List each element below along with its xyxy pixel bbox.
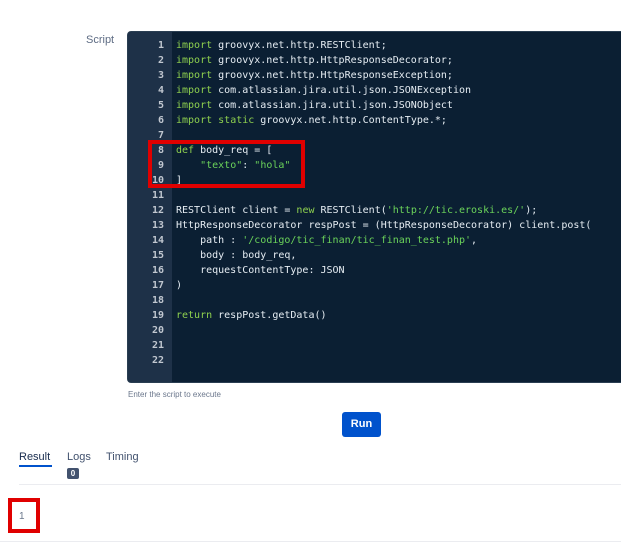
code-token: RESTClient( [314, 205, 387, 216]
code-keyword: import [176, 115, 213, 126]
script-label: Script [86, 34, 115, 46]
code-line[interactable]: 4 import com.atlassian.jira.util.json.JSO… [128, 83, 621, 98]
code-token: path : [176, 235, 243, 246]
code-line[interactable]: 6 import static groovyx.net.http.ContentT… [128, 113, 621, 128]
code-token: groovyx.net.http.HttpResponseException; [212, 70, 453, 81]
logs-count-badge: 0 [67, 468, 79, 479]
code-text: path : '/codigo/tic_finan/tic_finan_test… [176, 233, 477, 248]
line-number: 17 [151, 280, 164, 291]
line-number: 22 [151, 355, 164, 366]
line-number: 3 [157, 70, 164, 81]
code-string: '/codigo/tic_finan/tic_finan_test.php' [242, 235, 472, 246]
code-line[interactable]: 3 import groovyx.net.http.HttpResponseExc… [128, 68, 621, 83]
code-token: com.atlassian.jira.util.json.JSONExcepti… [212, 85, 472, 96]
code-text: RESTClient client = new RESTClient('http… [176, 203, 537, 218]
code-text: import groovyx.net.http.RESTClient; [176, 38, 387, 53]
code-line[interactable]: 22 [128, 353, 621, 368]
code-keyword: import [176, 40, 213, 51]
code-line[interactable]: 15 body : body_req, [128, 248, 621, 263]
line-number: 14 [151, 235, 164, 246]
code-text: import com.atlassian.jira.util.json.JSON… [176, 83, 471, 98]
highlight-box-body-req [148, 140, 305, 188]
code-line[interactable]: 19 return respPost.getData() [128, 308, 621, 323]
line-number: 11 [151, 190, 164, 201]
line-number: 19 [151, 310, 164, 321]
code-keyword: import [176, 100, 213, 111]
code-text: import com.atlassian.jira.util.json.JSON… [176, 98, 453, 113]
tab-logs[interactable]: Logs [67, 451, 91, 463]
code-keyword: import [176, 85, 213, 96]
code-keyword: import [176, 70, 213, 81]
code-text: return respPost.getData() [176, 308, 327, 323]
code-text: import groovyx.net.http.HttpResponseExce… [176, 68, 453, 83]
code-line[interactable]: 12 RESTClient client = new RESTClient('ht… [128, 203, 621, 218]
active-tab-indicator [19, 465, 52, 467]
line-number: 5 [157, 100, 164, 111]
code-editor[interactable]: 1 import groovyx.net.http.RESTClient; 2 imp… [127, 31, 621, 383]
code-text: ) [176, 278, 182, 293]
code-lines[interactable]: 1 import groovyx.net.http.RESTClient; 2 imp… [128, 38, 621, 368]
tabs-divider [19, 484, 621, 485]
code-text: HttpResponseDecorator respPost = (HttpRe… [176, 218, 591, 233]
line-number: 12 [151, 205, 164, 216]
code-token: com.atlassian.jira.util.json.JSONObject [212, 100, 453, 111]
code-token: groovyx.net.http.HttpResponseDecorator; [212, 55, 453, 66]
code-line[interactable]: 13 HttpResponseDecorator respPost = (Http… [128, 218, 621, 233]
code-line[interactable]: 1 import groovyx.net.http.RESTClient; [128, 38, 621, 53]
code-token: , [471, 235, 478, 246]
code-line[interactable]: 18 [128, 293, 621, 308]
code-line[interactable]: 2 import groovyx.net.http.HttpResponseDec… [128, 53, 621, 68]
code-token: ) [176, 280, 183, 291]
line-number: 1 [157, 40, 164, 51]
code-string: 'http://tic.eroski.es/' [386, 205, 526, 216]
code-text: import groovyx.net.http.HttpResponseDeco… [176, 53, 453, 68]
code-keyword: import [176, 55, 213, 66]
line-number: 13 [151, 220, 164, 231]
code-line[interactable]: 21 [128, 338, 621, 353]
code-line[interactable]: 16 requestContentType: JSON [128, 263, 621, 278]
code-text: import static groovyx.net.http.ContentTy… [176, 113, 447, 128]
code-keyword: static [218, 115, 255, 126]
code-line[interactable]: 11 [128, 188, 621, 203]
run-button[interactable]: Run [342, 412, 381, 437]
line-number: 2 [157, 55, 164, 66]
code-token: HttpResponseDecorator respPost = (HttpRe… [176, 220, 592, 231]
code-token: RESTClient client = [176, 205, 297, 216]
line-number: 20 [151, 325, 164, 336]
code-line[interactable]: 17) [128, 278, 621, 293]
code-token: groovyx.net.http.RESTClient; [212, 40, 387, 51]
line-number: 4 [157, 85, 164, 96]
script-hint: Enter the script to execute [128, 390, 221, 399]
code-text: body : body_req, [176, 248, 296, 263]
code-line[interactable]: 14 path : '/codigo/tic_finan/tic_finan_t… [128, 233, 621, 248]
code-token: requestContentType: JSON [176, 265, 345, 276]
code-keyword: return [176, 310, 213, 321]
line-number: 15 [151, 250, 164, 261]
code-keyword: new [296, 205, 315, 216]
code-line[interactable]: 20 [128, 323, 621, 338]
bottom-divider [0, 541, 621, 542]
result-value: 1 [19, 511, 25, 522]
line-number: 6 [157, 115, 164, 126]
code-token: groovyx.net.http.ContentType.*; [254, 115, 447, 126]
code-text: requestContentType: JSON [176, 263, 345, 278]
code-token: ); [525, 205, 538, 216]
code-token: body : body_req, [176, 250, 297, 261]
tab-timing[interactable]: Timing [106, 451, 139, 463]
line-number: 21 [151, 340, 164, 351]
code-line[interactable]: 5 import com.atlassian.jira.util.json.JSO… [128, 98, 621, 113]
code-token: respPost.getData() [212, 310, 327, 321]
line-number: 16 [151, 265, 164, 276]
tab-result[interactable]: Result [19, 451, 50, 463]
line-number: 18 [151, 295, 164, 306]
